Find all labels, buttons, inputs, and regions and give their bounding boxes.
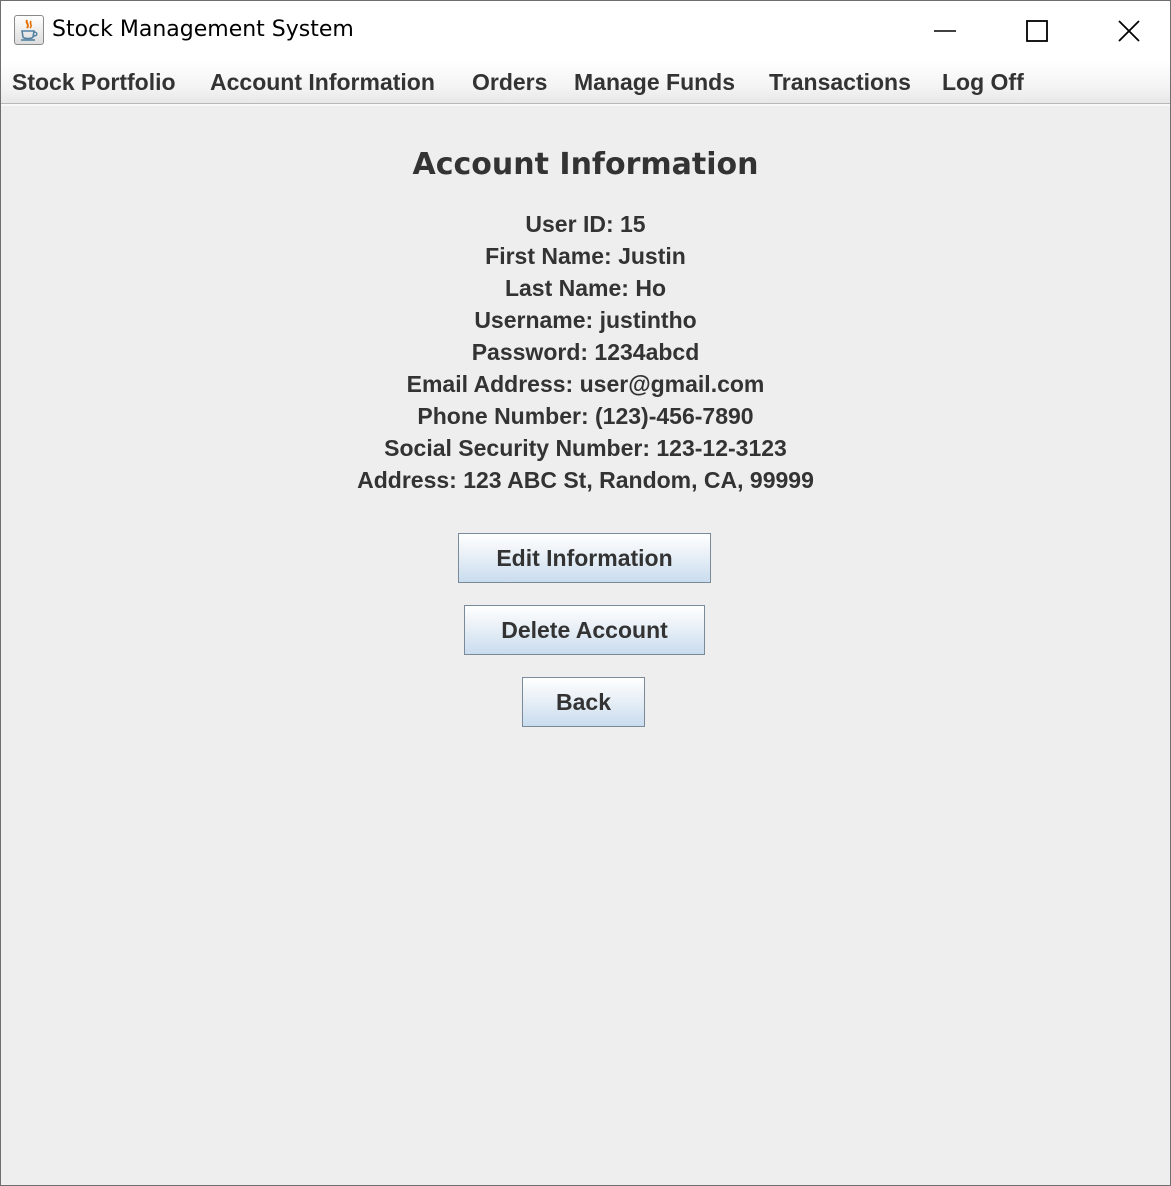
email-address-label: Email Address: user@gmail.com [406, 371, 765, 397]
account-info-list: User ID: 15 First Name: Justin Last Name… [1, 208, 1170, 496]
menu-orders[interactable]: Orders [472, 68, 547, 96]
user-id-label: User ID: 15 [525, 211, 646, 237]
back-button[interactable]: Back [522, 677, 645, 727]
maximize-icon [1026, 20, 1048, 42]
maximize-button[interactable] [991, 1, 1083, 61]
close-button[interactable] [1083, 1, 1170, 61]
menu-account-information[interactable]: Account Information [210, 68, 435, 96]
edit-information-button[interactable]: Edit Information [458, 533, 711, 583]
address-label: Address: 123 ABC St, Random, CA, 99999 [357, 467, 814, 493]
menu-transactions[interactable]: Transactions [769, 68, 911, 96]
ssn-label: Social Security Number: 123-12-3123 [384, 435, 787, 461]
menu-manage-funds[interactable]: Manage Funds [574, 68, 735, 96]
title-bar[interactable]: Stock Management System [1, 1, 1170, 61]
page-title: Account Information [412, 147, 759, 182]
first-name-label: First Name: Justin [485, 243, 686, 269]
minimize-button[interactable] [899, 1, 991, 61]
java-cup-icon [14, 15, 44, 45]
password-label: Password: 1234abcd [471, 339, 700, 365]
app-window: Stock Management System Stock Portfolio … [0, 0, 1171, 1186]
minimize-icon [934, 30, 956, 32]
username-label: Username: justintho [474, 307, 697, 333]
phone-number-label: Phone Number: (123)-456-7890 [417, 403, 754, 429]
menu-log-off[interactable]: Log Off [942, 68, 1024, 96]
close-icon [1118, 20, 1140, 42]
last-name-label: Last Name: Ho [504, 275, 667, 301]
menu-bar: Stock Portfolio Account Information Orde… [1, 61, 1170, 106]
delete-account-button[interactable]: Delete Account [464, 605, 705, 655]
menu-stock-portfolio[interactable]: Stock Portfolio [12, 68, 176, 96]
window-title: Stock Management System [52, 17, 354, 42]
